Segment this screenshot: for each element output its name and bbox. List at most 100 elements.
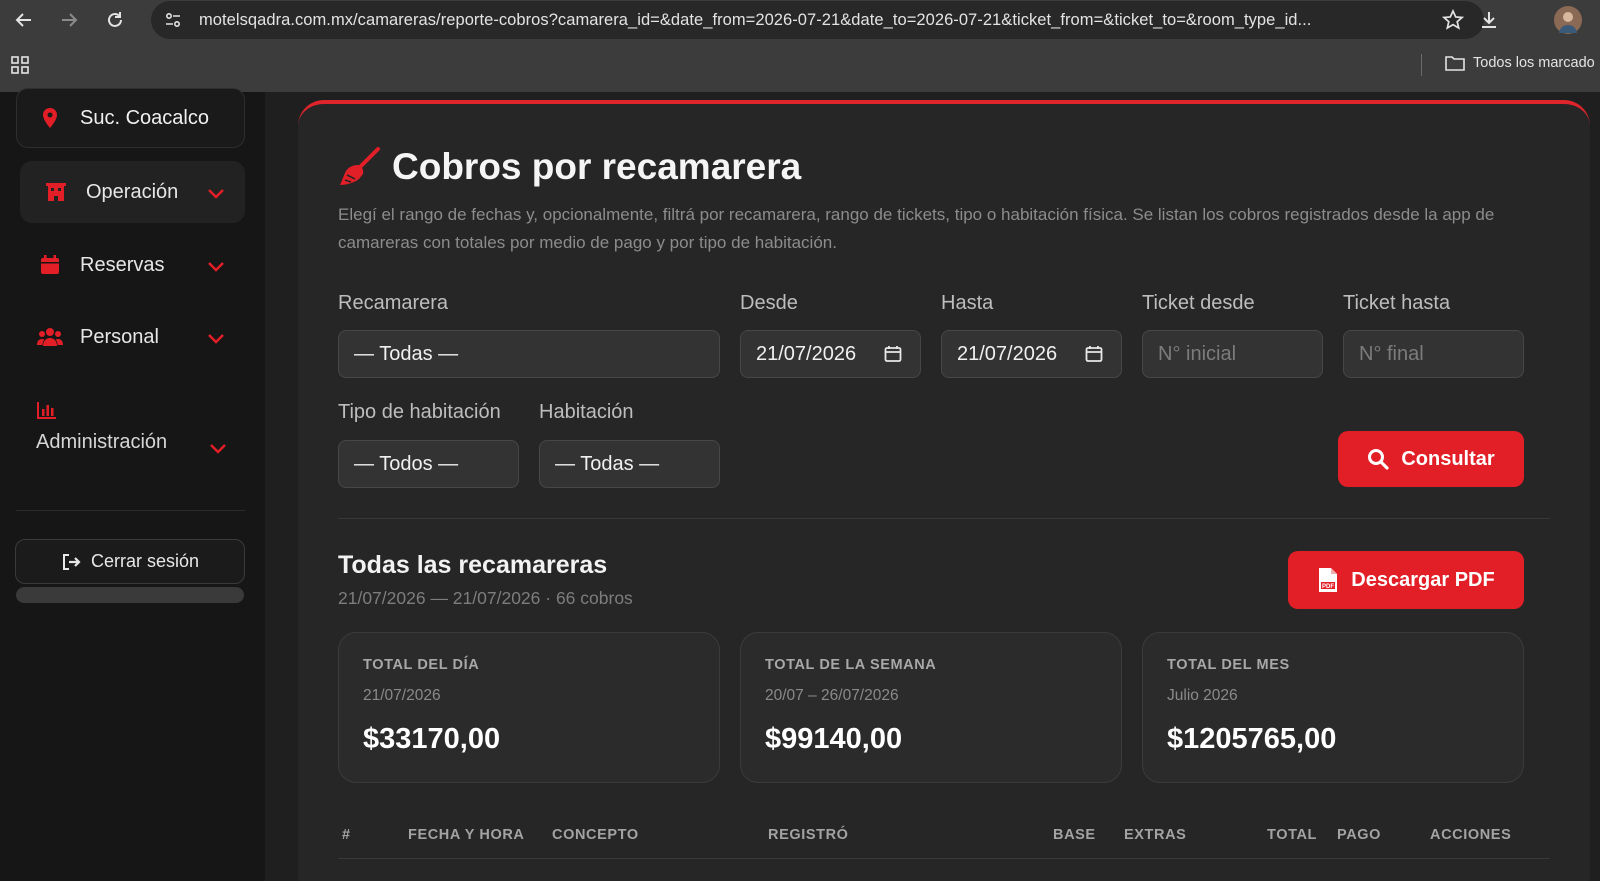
building-icon [42, 180, 70, 204]
person-icon [1559, 12, 1577, 33]
total-month-card: TOTAL DEL MES Julio 2026 $1205765,00 [1142, 632, 1524, 783]
habitacion-select[interactable]: — Todas — [539, 440, 720, 488]
main-panel: Cobros por recamarera Elegí el rango de … [298, 100, 1590, 881]
results-subtitle: 21/07/2026 — 21/07/2026 · 66 cobros [338, 588, 633, 608]
downloads-button[interactable] [1475, 6, 1503, 34]
sidebar-scroll-indicator [16, 587, 244, 603]
profile-avatar[interactable] [1554, 6, 1582, 34]
chevron-down-icon [207, 183, 225, 206]
sidebar-item-label: Operación [86, 180, 179, 203]
browser-toolbar: motelsqadra.com.mx/camareras/reporte-cob… [0, 0, 1600, 40]
arrow-right-icon [62, 13, 78, 27]
hasta-value: 21/07/2026 [957, 342, 1058, 365]
results-title: Todas las recamareras [338, 551, 608, 579]
sidebar-item-administracion[interactable]: Administración [36, 400, 241, 454]
sidebar-item-operacion[interactable]: Operación [20, 161, 245, 223]
ticket-desde-label: Ticket desde [1142, 292, 1255, 314]
apps-grid-icon[interactable] [11, 56, 29, 79]
habitacion-label: Habitación [539, 401, 634, 423]
page-title: Cobros por recamarera [338, 146, 801, 188]
pdf-file-icon: PDF [1319, 568, 1338, 592]
url-text[interactable]: motelsqadra.com.mx/camareras/reporte-cob… [199, 11, 1311, 30]
tipo-habitacion-label: Tipo de habitación [338, 401, 501, 423]
table-header-acciones[interactable]: ACCIONES [1430, 827, 1511, 843]
total-day-card: TOTAL DEL DÍA 21/07/2026 $33170,00 [338, 632, 720, 783]
table-header-total[interactable]: TOTAL [1267, 827, 1317, 843]
card-value: $33170,00 [363, 723, 501, 755]
calendar-icon[interactable] [884, 345, 902, 369]
sidebar-item-label: Reservas [80, 253, 165, 276]
table-header-fecha[interactable]: FECHA Y HORA [408, 827, 525, 843]
desde-date-input[interactable]: 21/07/2026 [740, 330, 921, 378]
page-description: Elegí el rango de fechas y, opcionalment… [338, 205, 1495, 252]
ticket-hasta-label: Ticket hasta [1343, 292, 1451, 314]
chevron-down-icon [209, 442, 227, 460]
recamarera-select[interactable]: — Todas — [338, 330, 720, 378]
sidebar-divider [16, 510, 245, 511]
card-subtitle: 21/07/2026 [363, 687, 441, 704]
chevron-down-icon [207, 328, 225, 351]
page-title-text: Cobros por recamarera [392, 146, 802, 187]
bookmarks-folder[interactable]: Todos los marcado [1445, 54, 1595, 72]
table-header-registro[interactable]: REGISTRÓ [768, 827, 849, 843]
recamarera-label: Recamarera [338, 292, 449, 314]
habitacion-value: — Todas — [555, 452, 660, 475]
bookmarks-bar: Todos los marcado [0, 44, 1600, 84]
card-title: TOTAL DEL DÍA [363, 657, 480, 673]
sidebar-item-label: Personal [80, 325, 159, 348]
sidebar-item-reservas[interactable]: Reservas [20, 234, 245, 296]
ticket-hasta-input[interactable]: N° final [1343, 330, 1524, 378]
forward-button[interactable] [55, 6, 83, 34]
table-header-concepto[interactable]: CONCEPTO [552, 827, 639, 843]
card-title: TOTAL DE LA SEMANA [765, 657, 937, 673]
hasta-label: Hasta [941, 292, 994, 314]
chart-icon [36, 402, 58, 424]
branch-selector[interactable]: Suc. Coacalco [16, 88, 245, 148]
logout-label: Cerrar sesión [90, 551, 200, 571]
calendar-icon [36, 254, 64, 276]
chevron-down-icon [207, 256, 225, 279]
table-header-divider [338, 858, 1550, 859]
table-header-extras[interactable]: EXTRAS [1124, 827, 1186, 843]
broom-icon [340, 147, 380, 185]
browser-chrome: motelsqadra.com.mx/camareras/reporte-cob… [0, 0, 1600, 92]
total-week-card: TOTAL DE LA SEMANA 20/07 – 26/07/2026 $9… [740, 632, 1122, 783]
logout-icon [62, 553, 81, 570]
ticket-hasta-placeholder: N° final [1359, 342, 1424, 365]
hasta-date-input[interactable]: 21/07/2026 [941, 330, 1122, 378]
ticket-desde-input[interactable]: N° inicial [1142, 330, 1323, 378]
desde-label: Desde [740, 292, 798, 314]
logout-button[interactable]: Cerrar sesión [15, 539, 245, 584]
sidebar: Suc. Coacalco Operación Reservas Persona… [0, 88, 265, 881]
card-subtitle: 20/07 – 26/07/2026 [765, 687, 899, 704]
svg-text:PDF: PDF [1322, 584, 1334, 590]
bookmarks-divider [1421, 54, 1422, 76]
site-info-icon[interactable] [163, 10, 183, 35]
map-pin-icon [43, 108, 57, 128]
card-value: $1205765,00 [1167, 723, 1337, 755]
table-header-pago[interactable]: PAGO [1337, 827, 1381, 843]
star-icon[interactable] [1441, 8, 1465, 36]
search-icon [1368, 449, 1389, 470]
table-header-number[interactable]: # [342, 827, 351, 843]
users-icon [36, 327, 64, 347]
tipo-habitacion-select[interactable]: — Todos — [338, 440, 519, 488]
reload-button[interactable] [101, 6, 129, 34]
ticket-desde-placeholder: N° inicial [1158, 342, 1237, 365]
arrow-left-icon [15, 13, 31, 27]
download-pdf-label: Descargar PDF [1351, 568, 1495, 591]
card-title: TOTAL DEL MES [1167, 657, 1290, 673]
consultar-label: Consultar [1401, 447, 1495, 470]
sidebar-item-personal[interactable]: Personal [20, 306, 245, 368]
download-pdf-button[interactable]: PDF Descargar PDF [1288, 551, 1524, 609]
address-bar[interactable]: motelsqadra.com.mx/camareras/reporte-cob… [151, 1, 1484, 39]
back-button[interactable] [10, 6, 38, 34]
table-header-base[interactable]: BASE [1053, 827, 1096, 843]
calendar-icon[interactable] [1085, 345, 1103, 369]
consultar-button[interactable]: Consultar [1338, 431, 1524, 487]
recamarera-value: — Todas — [354, 342, 459, 365]
tipo-habitacion-value: — Todos — [354, 452, 459, 475]
card-subtitle: Julio 2026 [1167, 687, 1238, 704]
card-value: $99140,00 [765, 723, 903, 755]
section-divider [338, 518, 1550, 519]
